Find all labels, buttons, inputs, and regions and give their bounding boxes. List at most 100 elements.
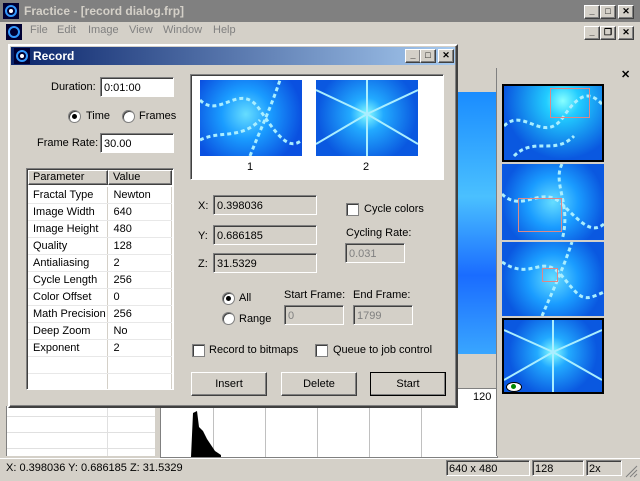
param-value: No xyxy=(107,322,172,340)
delete-button[interactable]: Delete xyxy=(281,372,357,396)
record-bitmaps-checkbox[interactable] xyxy=(192,344,205,357)
duration-field[interactable]: 0:01:00 xyxy=(100,77,174,97)
start-frame-label: Start Frame: xyxy=(284,289,346,301)
doc-icon[interactable] xyxy=(6,24,22,40)
all-radio[interactable] xyxy=(222,292,235,305)
minimize-icon[interactable]: _ xyxy=(584,5,600,19)
queue-job-control-label: Queue to job control xyxy=(333,344,433,356)
status-size: 640 x 480 xyxy=(446,460,530,476)
param-value: 640 xyxy=(107,203,172,221)
dialog-maximize-icon[interactable]: □ xyxy=(420,49,436,63)
param-value: 2 xyxy=(107,254,172,272)
menu-window[interactable]: Window xyxy=(163,24,202,36)
navigator-thumb-2[interactable] xyxy=(502,164,604,240)
parameter-table-header: Parameter Value xyxy=(28,170,172,186)
keyframe-thumb-2[interactable] xyxy=(316,80,418,156)
start-frame-field[interactable]: 0 xyxy=(284,305,344,325)
param-name: Antialiasing xyxy=(28,254,109,272)
z-label: Z: xyxy=(198,258,208,270)
range-radio[interactable] xyxy=(222,312,235,325)
time-radio[interactable] xyxy=(68,110,81,123)
table-row[interactable]: Image Height 480 xyxy=(28,220,172,238)
background-grid xyxy=(6,406,155,456)
table-row[interactable]: Quality 128 xyxy=(28,237,172,255)
status-coords: X: 0.398036 Y: 0.686185 Z: 31.5329 xyxy=(6,462,183,474)
table-row[interactable]: Image Width 640 xyxy=(28,203,172,221)
param-value: 128 xyxy=(107,237,172,255)
frames-radio[interactable] xyxy=(122,110,135,123)
param-name: Color Offset xyxy=(28,288,109,306)
all-radio-label: All xyxy=(239,292,252,304)
param-value: 0 xyxy=(107,288,172,306)
table-row[interactable]: Color Offset 0 xyxy=(28,288,172,306)
param-name: Cycle Length xyxy=(28,271,109,289)
y-field[interactable]: 0.686185 xyxy=(213,225,317,245)
keyframe-thumb-1[interactable] xyxy=(200,80,302,156)
close-icon[interactable]: ✕ xyxy=(618,5,634,19)
navigator-thumb-1[interactable] xyxy=(502,84,604,162)
menu-file[interactable]: File xyxy=(30,24,48,36)
maximize-icon[interactable]: □ xyxy=(600,5,616,19)
navigator-thumb-4[interactable] xyxy=(502,318,604,394)
app-icon[interactable] xyxy=(3,3,19,19)
cycling-rate-label: Cycling Rate: xyxy=(346,227,412,239)
param-name: Image Width xyxy=(28,203,109,221)
parameter-column-header[interactable]: Parameter xyxy=(28,170,108,185)
cycle-colors-checkbox[interactable] xyxy=(346,203,359,216)
table-row[interactable]: Math Precision 256 xyxy=(28,305,172,323)
start-button[interactable]: Start xyxy=(370,372,446,396)
table-row[interactable]: Deep Zoom No xyxy=(28,322,172,340)
status-quality: 128 xyxy=(532,460,584,476)
cycle-colors-label: Cycle colors xyxy=(364,203,424,215)
param-value: 256 xyxy=(107,271,172,289)
doc-minimize-icon[interactable]: _ xyxy=(584,26,600,40)
queue-job-control-checkbox[interactable] xyxy=(315,344,328,357)
keyframe-label-2: 2 xyxy=(363,161,370,173)
dialog-minimize-icon[interactable]: _ xyxy=(405,49,421,63)
frame-rate-label: Frame Rate: xyxy=(37,137,99,149)
parameter-table[interactable]: Parameter Value Fractal Type Newton Image… xyxy=(26,168,174,390)
frame-rate-field[interactable]: 30.00 xyxy=(100,133,174,153)
menu-help[interactable]: Help xyxy=(213,24,236,36)
y-label: Y: xyxy=(198,230,208,242)
navigator-close-icon[interactable]: ✕ xyxy=(621,68,630,81)
resize-grip-icon[interactable] xyxy=(624,464,638,478)
time-radio-label: Time xyxy=(86,110,111,122)
range-radio-label: Range xyxy=(239,313,272,325)
x-field[interactable]: 0.398036 xyxy=(213,195,317,215)
table-row[interactable] xyxy=(28,356,172,374)
frames-radio-label: Frames xyxy=(139,110,177,122)
doc-close-icon[interactable]: ✕ xyxy=(618,26,634,40)
param-name: Fractal Type xyxy=(28,187,109,204)
doc-restore-icon[interactable]: ❐ xyxy=(600,26,616,40)
record-dialog-title-bar: Record _ □ ✕ xyxy=(11,47,455,65)
menu-image[interactable]: Image xyxy=(88,24,119,36)
x-label: X: xyxy=(198,200,209,212)
insert-button[interactable]: Insert xyxy=(191,372,267,396)
table-row[interactable]: Cycle Length 256 xyxy=(28,271,172,289)
navigator-thumb-3[interactable] xyxy=(502,242,604,316)
menu-view[interactable]: View xyxy=(129,24,153,36)
menu-edit[interactable]: Edit xyxy=(57,24,76,36)
end-frame-label: End Frame: xyxy=(353,289,411,301)
app-title: Fractice - [record dialog.frp] xyxy=(24,4,185,18)
table-row[interactable]: Fractal Type Newton xyxy=(28,187,172,204)
keyframe-label-1: 1 xyxy=(247,161,254,173)
parameter-rows: Fractal Type Newton Image Width 640 Image … xyxy=(28,187,172,389)
param-name: Deep Zoom xyxy=(28,322,109,340)
param-name: Math Precision xyxy=(28,305,109,323)
dialog-close-icon[interactable]: ✕ xyxy=(438,49,454,63)
param-value: 256 xyxy=(107,305,172,323)
table-row[interactable] xyxy=(28,373,172,389)
keyframe-strip[interactable]: 1 2 xyxy=(190,74,444,180)
record-dialog-icon[interactable] xyxy=(14,48,30,64)
histogram-tick-label: 120 xyxy=(473,391,492,403)
table-row[interactable]: Antialiasing 2 xyxy=(28,254,172,272)
param-value: 2 xyxy=(107,339,172,357)
end-frame-field[interactable]: 1799 xyxy=(353,305,413,325)
z-field[interactable]: 31.5329 xyxy=(213,253,317,273)
value-column-header[interactable]: Value xyxy=(108,170,172,185)
param-value: 480 xyxy=(107,220,172,238)
cycling-rate-field[interactable]: 0.031 xyxy=(345,243,405,263)
table-row[interactable]: Exponent 2 xyxy=(28,339,172,357)
